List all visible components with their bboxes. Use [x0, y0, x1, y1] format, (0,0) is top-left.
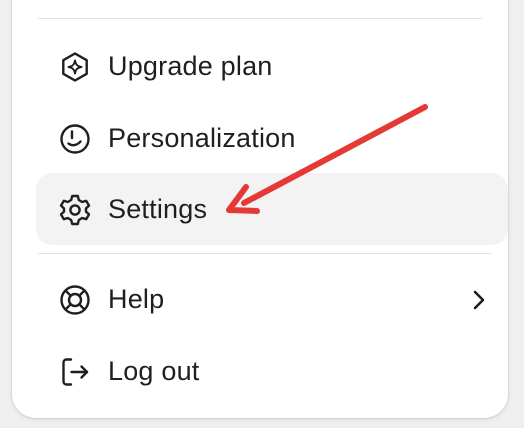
menu-item-label: Settings [108, 194, 208, 224]
logout-icon [58, 355, 92, 389]
menu-item-log-out[interactable]: Log out [36, 335, 508, 407]
account-menu: Upgrade plan Personalization Settings He… [12, 0, 508, 418]
menu-item-personalization[interactable]: Personalization [36, 102, 508, 174]
menu-item-label: Upgrade plan [108, 51, 273, 81]
menu-item-label: Personalization [108, 123, 296, 153]
sparkle-hexagon-icon [58, 50, 92, 84]
chevron-right-icon [468, 285, 490, 315]
lifebuoy-icon [58, 283, 92, 317]
menu-item-settings[interactable]: Settings [36, 173, 508, 245]
personalization-icon [58, 122, 92, 156]
menu-item-label: Help [108, 284, 165, 314]
menu-divider-top [38, 18, 482, 19]
menu-item-upgrade-plan[interactable]: Upgrade plan [36, 30, 508, 102]
menu-item-label: Log out [108, 356, 200, 386]
gear-icon [58, 193, 92, 227]
menu-divider-bottom [38, 253, 492, 254]
menu-item-help[interactable]: Help [36, 263, 508, 335]
